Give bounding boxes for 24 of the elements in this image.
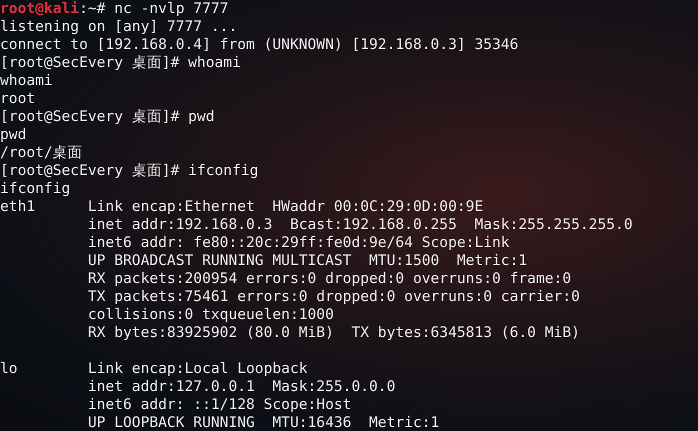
terminal-line: whoami [0,72,53,89]
terminal-line: RX bytes:83925902 (80.0 MiB) TX bytes:6345813 (6.0 MiB) [86,324,580,341]
terminal-line: eth1 Link encap:Ethernet HWaddr 00:0C:29:0D:00:9E [0,198,484,215]
terminal-line: connect to [192.168.0.4] from (UNKNOWN) [192.168.0.3] 35346 [0,36,518,53]
terminal-line: lo Link encap:Local Loopback [0,360,308,377]
terminal-line: listening on [any] 7777 ... [0,18,238,35]
terminal-line: UP BROADCAST RUNNING MULTICAST MTU:1500 Metric:1 [86,252,528,269]
terminal-line: UP LOOPBACK RUNNING MTU:16436 Metric:1 [86,414,440,431]
terminal-line: [root@SecEvery 桌面]# pwd [0,108,215,125]
terminal-line: collisions:0 txqueuelen:1000 [86,306,334,323]
terminal-command: :~# nc -nvlp 7777 [79,0,228,17]
terminal-line: inet6 addr: fe80::20c:29ff:fe0d:9e/64 Scope:Link [86,234,510,251]
prompt-user: root@kali [0,0,80,17]
terminal-line: inet addr:127.0.0.1 Mask:255.0.0.0 [86,378,396,395]
terminal-line: ifconfig [0,180,70,197]
terminal-line: inet6 addr: ::1/128 Scope:Host [86,396,352,413]
terminal-line: inet addr:192.168.0.3 Bcast:192.168.0.255 Mask:255.255.255.0 [86,216,633,233]
terminal-line: root [0,90,36,107]
terminal-line: TX packets:75461 errors:0 dropped:0 overruns:0 carrier:0 [86,288,580,305]
terminal-line: [root@SecEvery 桌面]# whoami [0,54,241,71]
terminal-line: [root@SecEvery 桌面]# ifconfig [0,162,258,179]
terminal-line: /root/桌面 [0,144,83,161]
terminal-line: pwd [0,126,26,143]
terminal-line: RX packets:200954 errors:0 dropped:0 overruns:0 frame:0 [86,270,572,287]
